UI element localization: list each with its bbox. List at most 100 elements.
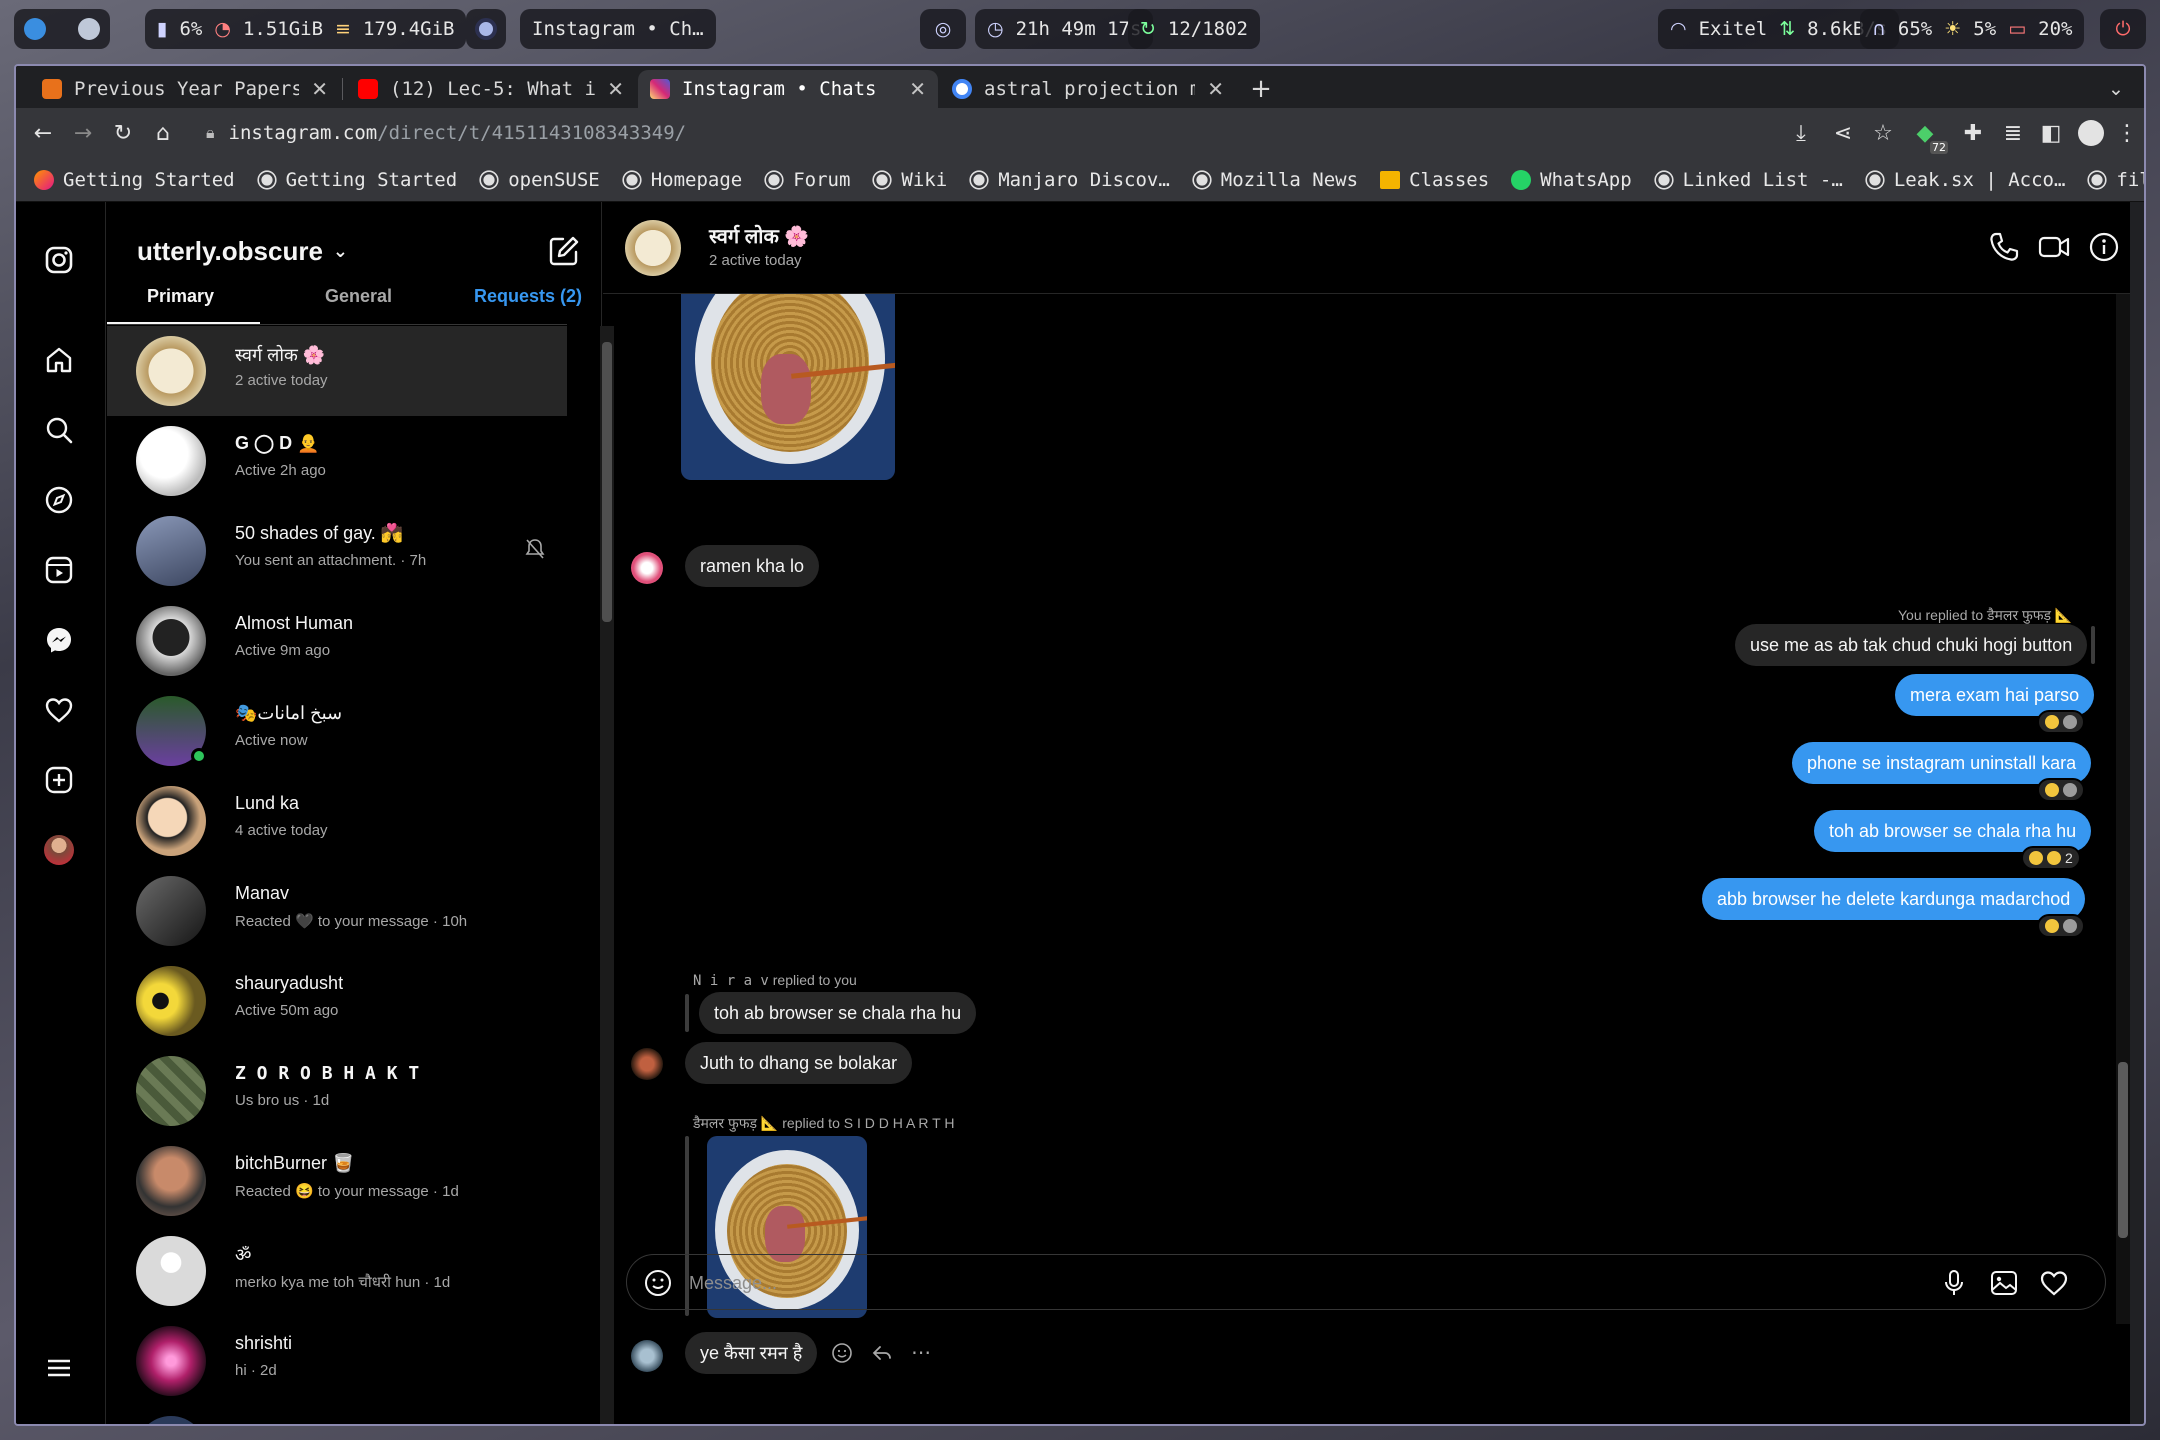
- conversation-item[interactable]: 🎭سبخ امانات Active now: [107, 686, 567, 776]
- browser-menu-icon[interactable]: ⋮: [2112, 118, 2142, 148]
- new-tab-button[interactable]: +: [1238, 70, 1284, 108]
- chat-title[interactable]: स्वर्ग लोक 🌸: [709, 222, 809, 249]
- bookmark-star-icon[interactable]: ☆: [1868, 118, 1898, 148]
- window-title[interactable]: Instagram • Ch…: [520, 9, 716, 49]
- back-arrow-icon[interactable]: ←: [28, 118, 58, 148]
- tab-search-chevron-icon[interactable]: ⌄: [2096, 70, 2136, 108]
- close-icon[interactable]: ✕: [311, 77, 328, 101]
- close-icon[interactable]: ✕: [607, 77, 624, 101]
- account-switcher[interactable]: utterly.obscure ⌄: [137, 236, 348, 267]
- home-icon[interactable]: ⌂: [148, 118, 178, 148]
- add-photo-image-icon[interactable]: [1989, 1268, 2019, 1303]
- conversation-item[interactable]: shauryadusht Active 50m ago: [107, 956, 567, 1046]
- quoted-message[interactable]: use me as ab tak chud chuki hogi button: [1735, 624, 2088, 666]
- ramen-image-message[interactable]: [681, 294, 895, 480]
- tab-general[interactable]: General: [325, 286, 392, 307]
- message-bubble[interactable]: ye कैसा रमन है: [685, 1332, 818, 1374]
- conversation-item[interactable]: Almost Human Active 9m ago: [107, 596, 567, 686]
- message-reactions[interactable]: [2037, 914, 2085, 938]
- conversation-item[interactable]: Lund ka 4 active today: [107, 776, 567, 866]
- bookmark-getting-started-firefox[interactable]: Getting Started: [34, 169, 235, 191]
- active-app-icon[interactable]: [466, 9, 506, 49]
- conversation-item[interactable]: G ◯ D 🧑‍🦲 Active 2h ago: [107, 416, 567, 506]
- conversation-item[interactable]: Manav Reacted 🖤 to your message · 10h: [107, 866, 567, 956]
- search-icon[interactable]: [39, 410, 79, 450]
- conversation-item[interactable]: bitchBurner 🥃 Reacted 😆 to your message …: [107, 1136, 567, 1226]
- close-icon[interactable]: ✕: [1207, 77, 1224, 101]
- profile-avatar[interactable]: [39, 830, 79, 870]
- tab-previous-year-papers[interactable]: Previous Year Papers ✕: [30, 70, 340, 108]
- more-options-icon[interactable]: ⋯: [911, 1340, 931, 1364]
- share-icon[interactable]: ⋖: [1828, 118, 1858, 148]
- emoji-picker-icon[interactable]: [643, 1268, 673, 1303]
- home-icon[interactable]: [39, 340, 79, 380]
- conversation-item[interactable]: स्वर्ग लोक 🌸 2 active today: [107, 326, 567, 416]
- react-emoji-icon[interactable]: [831, 1342, 853, 1369]
- bookmark-wiki[interactable]: Wiki: [872, 169, 947, 191]
- message-reactions[interactable]: [2037, 710, 2085, 734]
- bookmark-homepage[interactable]: Homepage: [622, 169, 742, 191]
- bookmark-manjaro[interactable]: Manjaro Discov…: [969, 169, 1170, 191]
- more-menu-icon[interactable]: [39, 1348, 79, 1388]
- updates-widget[interactable]: ↻ 12/1802: [1128, 9, 1260, 49]
- lock-icon[interactable]: 🔒︎: [206, 123, 215, 143]
- conversation-item[interactable]: shrishti hi · 2d: [107, 1316, 567, 1406]
- phone-call-icon[interactable]: [1987, 230, 2021, 264]
- message-reactions[interactable]: [2037, 778, 2085, 802]
- brightness-icon[interactable]: ☀: [1944, 18, 1961, 40]
- bookmark-whatsapp[interactable]: WhatsApp: [1511, 169, 1632, 191]
- conversation-item[interactable]: Z O R O B H A K T Us bro us · 1d: [107, 1046, 567, 1136]
- eye-toggle-icon[interactable]: ◎: [920, 9, 966, 49]
- message-reactions[interactable]: 2: [2021, 846, 2081, 870]
- forward-arrow-icon[interactable]: →: [68, 118, 98, 148]
- bookmark-file-home[interactable]: file:///home/d…: [2087, 169, 2144, 191]
- explore-compass-icon[interactable]: [39, 480, 79, 520]
- power-icon[interactable]: ⏻: [2100, 9, 2146, 49]
- message-bubble[interactable]: ramen kha lo: [685, 545, 820, 587]
- conversation-item[interactable]: 50 shades of gay. 💏 You sent an attachme…: [107, 506, 567, 596]
- address-bar[interactable]: 🔒︎ instagram.com/direct/t/41511431083433…: [206, 116, 686, 150]
- voice-message-microphone-icon[interactable]: [1939, 1268, 1969, 1303]
- conversation-info-icon[interactable]: [2087, 230, 2121, 264]
- create-plus-icon[interactable]: [39, 760, 79, 800]
- message-bubble[interactable]: abb browser he delete kardunga madarchod: [1702, 878, 2086, 920]
- reels-icon[interactable]: [39, 550, 79, 590]
- bookmark-mozilla-news[interactable]: Mozilla News: [1192, 169, 1358, 191]
- telegram-icon[interactable]: [24, 18, 46, 40]
- sender-avatar[interactable]: [631, 552, 663, 584]
- install-app-icon[interactable]: ⤓: [1786, 118, 1816, 148]
- reply-arrow-icon[interactable]: [871, 1342, 893, 1369]
- message-bubble[interactable]: Juth to dhang se bolakar: [685, 1042, 913, 1084]
- message-input[interactable]: [689, 1267, 1889, 1299]
- launcher-button[interactable]: [14, 9, 110, 49]
- media-queue-icon[interactable]: ≣: [1998, 118, 2028, 148]
- like-heart-icon[interactable]: [2039, 1268, 2069, 1303]
- reload-icon[interactable]: ↻: [108, 118, 138, 148]
- puzzle-extensions-icon[interactable]: ✚: [1958, 118, 1988, 148]
- notifications-heart-icon[interactable]: [39, 690, 79, 730]
- bookmark-leak-sx[interactable]: Leak.sx | Acco…: [1865, 169, 2065, 191]
- chrome-icon[interactable]: [78, 18, 100, 40]
- instagram-logo-icon[interactable]: [39, 240, 79, 280]
- new-message-icon[interactable]: [547, 234, 581, 268]
- bookmark-getting-started[interactable]: Getting Started: [256, 169, 457, 191]
- tab-instagram-chats[interactable]: Instagram • Chats ✕: [638, 70, 938, 108]
- shield-extension-icon[interactable]: ◆ 72: [1910, 118, 1948, 154]
- conversation-item-partial[interactable]: [107, 1406, 567, 1424]
- tab-google-search[interactable]: astral projection meani ✕: [940, 70, 1236, 108]
- conversation-item[interactable]: ॐ merko kya me toh चौधरी hun · 1d: [107, 1226, 567, 1316]
- tab-primary[interactable]: Primary: [147, 286, 214, 307]
- bookmark-linked-list[interactable]: Linked List -…: [1654, 169, 1843, 191]
- side-panel-icon[interactable]: ◧: [2036, 118, 2066, 148]
- close-icon[interactable]: ✕: [909, 77, 926, 101]
- bookmark-classes[interactable]: Classes: [1380, 169, 1489, 191]
- chat-scroll-thumb[interactable]: [2118, 1062, 2128, 1238]
- tab-youtube-lecture[interactable]: (12) Lec-5: What is Sch ✕: [346, 70, 636, 108]
- bookmark-forum[interactable]: Forum: [764, 169, 850, 191]
- video-call-icon[interactable]: [2037, 230, 2071, 264]
- quoted-message[interactable]: toh ab browser se chala rha hu: [699, 992, 977, 1034]
- bookmark-opensuse[interactable]: openSUSE: [479, 169, 600, 191]
- messenger-icon[interactable]: [39, 620, 79, 660]
- headphones-icon[interactable]: ∩: [1872, 18, 1886, 40]
- chat-avatar[interactable]: [625, 220, 681, 276]
